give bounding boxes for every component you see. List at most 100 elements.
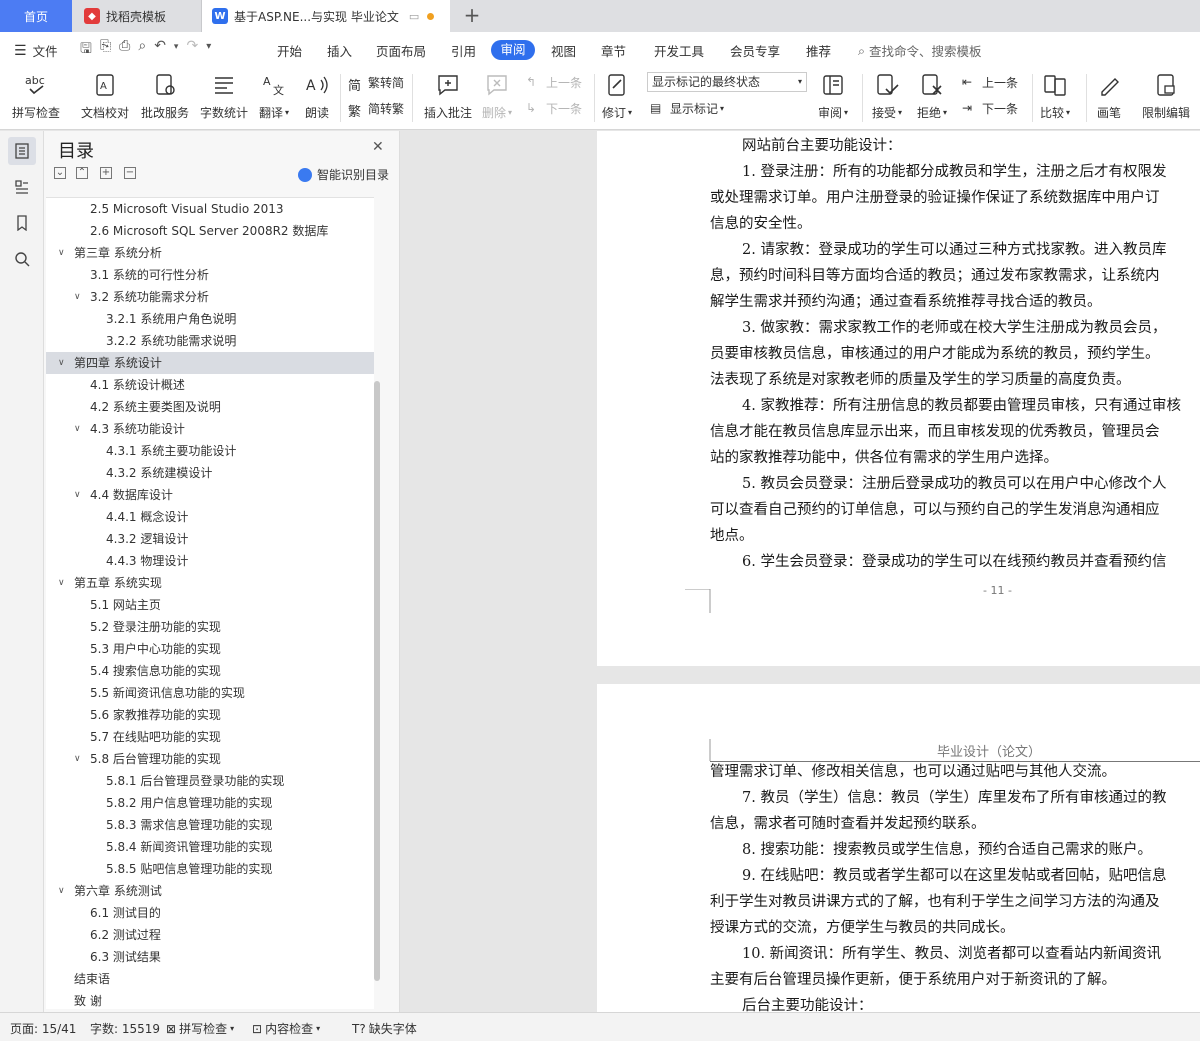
status-missing-font[interactable]: T? 缺失字体 xyxy=(352,1020,417,1037)
menu-insert[interactable]: 插入 xyxy=(327,41,352,60)
reject-button[interactable]: 拒绝 ▾ xyxy=(917,72,947,121)
toc-item[interactable]: 6.1 测试目的 xyxy=(46,902,374,924)
toc-item[interactable]: 5.8.4 新闻资讯管理功能的实现 xyxy=(46,836,374,858)
toc-item[interactable]: 2.6 Microsoft SQL Server 2008R2 数据库 xyxy=(46,220,374,242)
toc-item[interactable]: 5.8.5 贴吧信息管理功能的实现 xyxy=(46,858,374,880)
pen-button[interactable]: 画笔 xyxy=(1096,72,1122,121)
undo-dropdown-icon[interactable]: ▾ xyxy=(174,42,179,62)
export-pdf-icon[interactable]: ⎘ xyxy=(100,38,111,62)
undo-icon[interactable]: ↶ xyxy=(154,38,166,62)
toc-item[interactable]: 3.2.2 系统功能需求说明 xyxy=(46,330,374,352)
chevron-down-icon[interactable]: ∨ xyxy=(58,352,65,374)
toc-item[interactable]: 5.8.1 后台管理员登录功能的实现 xyxy=(46,770,374,792)
toc-item[interactable]: 结束语 xyxy=(46,968,374,990)
delete-comment-button[interactable]: 删除 ▾ xyxy=(482,72,512,121)
toc-item[interactable]: 4.3.2 逻辑设计 xyxy=(46,528,374,550)
menu-start[interactable]: 开始 xyxy=(277,41,302,60)
status-spell-check[interactable]: ⊠ 拼写检查 ▾ xyxy=(166,1020,234,1037)
toc-item[interactable]: ∨ 4.4 数据库设计 xyxy=(46,484,374,506)
expand-all-icon[interactable]: ⌃ xyxy=(76,167,88,179)
toc-item[interactable]: 4.2 系统主要类图及说明 xyxy=(46,396,374,418)
toc-item[interactable]: ∨ 第四章 系统设计 xyxy=(46,352,374,374)
toc-item[interactable]: 6.3 测试结果 xyxy=(46,946,374,968)
restrict-editing-button[interactable]: 限制编辑 xyxy=(1142,72,1190,121)
bookmark-icon[interactable] xyxy=(8,209,36,237)
insert-comment-button[interactable]: 插入批注 xyxy=(424,72,472,121)
toc-item[interactable]: 5.2 登录注册功能的实现 xyxy=(46,616,374,638)
file-menu[interactable]: ☰ 文件 xyxy=(14,41,58,60)
display-markup-select[interactable]: 显示标记的最终状态 ▾ xyxy=(647,72,807,92)
toc-item[interactable]: 5.1 网站主页 xyxy=(46,594,374,616)
next-change-button[interactable]: ⇥ 下一条 xyxy=(962,100,1018,117)
accept-button[interactable]: 接受 ▾ xyxy=(872,72,902,121)
close-icon[interactable]: ✕ xyxy=(372,139,384,155)
menu-member[interactable]: 会员专享 xyxy=(730,41,780,60)
redo-icon[interactable]: ↷ xyxy=(186,38,198,62)
toc-item[interactable]: 5.5 新闻资讯信息功能的实现 xyxy=(46,682,374,704)
page-indicator[interactable]: 页面: 15/41 xyxy=(10,1020,76,1037)
remove-heading-icon[interactable]: − xyxy=(124,167,136,179)
trad-to-simp-button[interactable]: 简 繁转简 xyxy=(348,74,404,94)
review-pane-button[interactable]: 审阅 ▾ xyxy=(818,72,848,121)
toc-item[interactable]: 5.8.3 需求信息管理功能的实现 xyxy=(46,814,374,836)
toc-item[interactable]: 4.1 系统设计概述 xyxy=(46,374,374,396)
menu-developer[interactable]: 开发工具 xyxy=(654,41,704,60)
toc-item[interactable]: ∨ 第五章 系统实现 xyxy=(46,572,374,594)
spell-check-button[interactable]: abc 拼写检查 xyxy=(12,72,60,121)
menu-reference[interactable]: 引用 xyxy=(451,41,476,60)
monitor-icon[interactable]: ▭ xyxy=(409,10,419,23)
command-search[interactable]: ⌕ 查找命令、搜索模板 xyxy=(858,41,982,60)
compare-button[interactable]: 比较 ▾ xyxy=(1040,72,1070,121)
chevron-down-icon[interactable]: ∨ xyxy=(74,286,81,308)
chevron-down-icon[interactable]: ∨ xyxy=(74,418,81,440)
search-icon[interactable] xyxy=(8,245,36,273)
toc-pane-icon[interactable] xyxy=(8,137,36,165)
menu-chapter[interactable]: 章节 xyxy=(601,41,626,60)
toc-item[interactable]: 4.4.1 概念设计 xyxy=(46,506,374,528)
chapter-nav-icon[interactable] xyxy=(8,173,36,201)
menu-layout[interactable]: 页面布局 xyxy=(376,41,426,60)
prev-comment-button[interactable]: ↰ 上一条 xyxy=(526,74,582,91)
batch-service-button[interactable]: 批改服务 xyxy=(141,72,189,121)
toc-item[interactable]: ∨ 5.8 后台管理功能的实现 xyxy=(46,748,374,770)
toc-item[interactable]: 致 谢 xyxy=(46,990,374,1009)
collapse-all-icon[interactable]: ⌄ xyxy=(54,167,66,179)
prev-change-button[interactable]: ⇤ 上一条 xyxy=(962,74,1018,91)
chevron-down-icon[interactable]: ∨ xyxy=(58,242,65,264)
word-count-indicator[interactable]: 字数: 15519 xyxy=(90,1020,160,1037)
toc-item[interactable]: 5.4 搜索信息功能的实现 xyxy=(46,660,374,682)
toc-item[interactable]: ∨ 第三章 系统分析 xyxy=(46,242,374,264)
read-aloud-button[interactable]: A 朗读 xyxy=(304,72,330,121)
menu-review[interactable]: 审阅 xyxy=(491,40,535,60)
toc-item[interactable]: 5.8.2 用户信息管理功能的实现 xyxy=(46,792,374,814)
next-comment-button[interactable]: ↳ 下一条 xyxy=(526,100,582,117)
print-preview-icon[interactable]: ⌕ xyxy=(138,38,146,62)
toc-item[interactable]: ∨ 4.3 系统功能设计 xyxy=(46,418,374,440)
show-markup-button[interactable]: ▤ 显示标记 ▾ xyxy=(650,100,724,117)
simp-to-trad-button[interactable]: 繁 简转繁 xyxy=(348,100,404,120)
chevron-down-icon[interactable]: ∨ xyxy=(58,880,65,902)
translate-button[interactable]: A文 翻译 ▾ xyxy=(259,72,289,121)
toc-item[interactable]: 4.3.2 系统建模设计 xyxy=(46,462,374,484)
add-heading-icon[interactable]: + xyxy=(100,167,112,179)
chevron-down-icon[interactable]: ∨ xyxy=(74,748,81,770)
new-tab-button[interactable]: + xyxy=(460,4,484,28)
menu-recommend[interactable]: 推荐 xyxy=(806,41,831,60)
menu-view[interactable]: 视图 xyxy=(551,41,576,60)
chevron-down-icon[interactable]: ∨ xyxy=(58,572,65,594)
toc-item[interactable]: 3.1 系统的可行性分析 xyxy=(46,264,374,286)
tab-template[interactable]: ◆ 找稻壳模板 xyxy=(72,0,202,32)
more-icon[interactable]: ▾ xyxy=(206,41,211,62)
track-changes-button[interactable]: 修订 ▾ xyxy=(602,72,632,121)
toc-item[interactable]: ∨ 第六章 系统测试 xyxy=(46,880,374,902)
toc-item[interactable]: 5.3 用户中心功能的实现 xyxy=(46,638,374,660)
chevron-down-icon[interactable]: ∨ xyxy=(74,484,81,506)
toc-item[interactable]: 3.2.1 系统用户角色说明 xyxy=(46,308,374,330)
tab-home[interactable]: 首页 xyxy=(0,0,72,32)
toc-scrollbar[interactable] xyxy=(374,381,380,981)
print-icon[interactable]: ⎙ xyxy=(119,38,130,62)
word-count-button[interactable]: 字数统计 xyxy=(200,72,248,121)
doc-proofread-button[interactable]: A 文档校对 xyxy=(81,72,129,121)
save-icon[interactable]: 🖫 xyxy=(80,38,92,62)
document-page[interactable]: 毕业设计（论文） 管理需求订单、修改相关信息，也可以通过贴吧与其他人交流。 7. … xyxy=(597,684,1200,1012)
